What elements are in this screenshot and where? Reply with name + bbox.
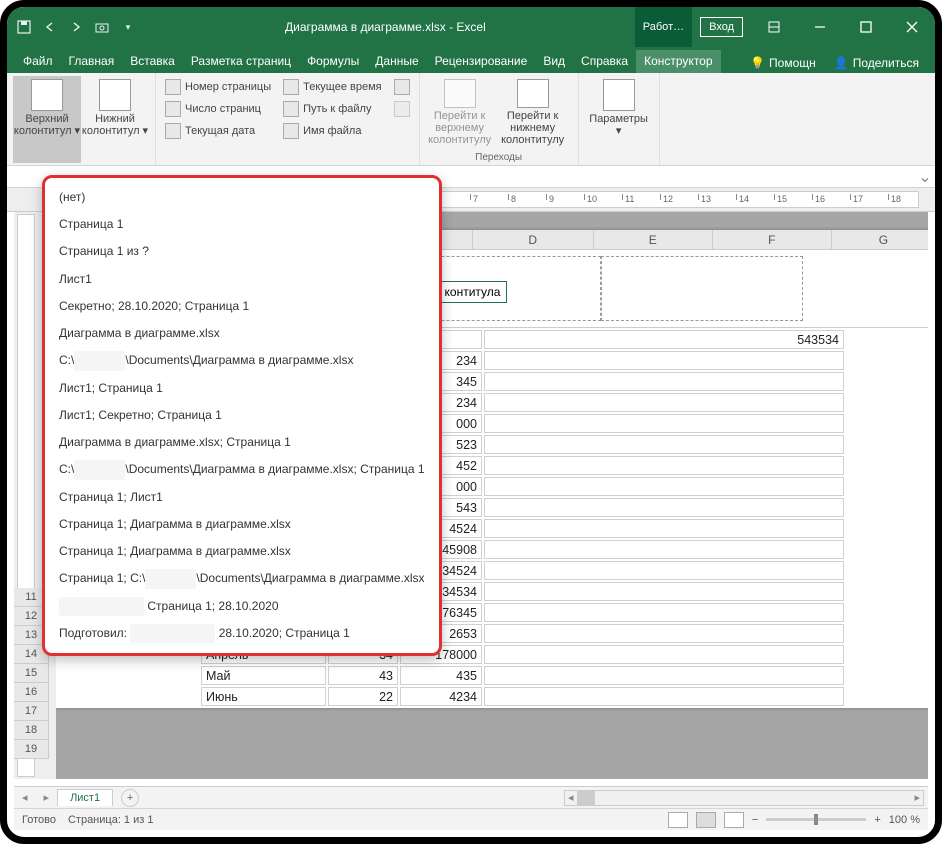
dropdown-item[interactable]: Страница 1; Диаграмма в диаграмме.xlsx [45,538,439,565]
status-ready: Готово [22,814,56,826]
dropdown-item[interactable]: Секретно; 28.10.2020; Страница 1 [45,293,439,320]
zoom-in-button[interactable]: + [874,814,880,826]
row-header[interactable]: 17 [14,702,48,721]
page-footer-icon [99,79,131,111]
minimize-button[interactable] [797,7,843,47]
dropdown-item[interactable]: Подготовил: ██████████ 28.10.2020; Стран… [45,620,439,647]
tab-review[interactable]: Рецензирование [427,50,536,73]
tab-insert[interactable]: Вставка [122,50,183,73]
row-header[interactable]: 15 [14,664,48,683]
person-icon: 👤 [834,56,849,70]
dropdown-item[interactable]: Лист1; Страница 1 [45,375,439,402]
add-sheet-button[interactable]: + [121,789,139,807]
tab-help[interactable]: Справка [573,50,636,73]
goto-footer-button[interactable]: Перейти к нижнемуколонтитулу [494,76,572,149]
view-pagebreak-icon[interactable] [724,812,744,828]
calendar-icon [165,123,181,139]
hash-icon [165,79,181,95]
status-page: Страница: 1 из 1 [68,814,154,826]
ribbon-options-icon[interactable] [751,7,797,47]
row-header[interactable]: 18 [14,721,48,740]
ribbon: Верхнийколонтитул ▾ Нижнийколонтитул ▾ Н… [7,73,935,166]
arrow-up-page-icon [444,79,476,108]
tab-home[interactable]: Главная [61,50,123,73]
camera-icon[interactable] [94,19,110,35]
sheet-nav-prev-icon[interactable]: ◂ [14,791,36,804]
page-count-button[interactable]: Число страниц [162,98,274,120]
dropdown-item[interactable]: Диаграмма в диаграмме.xlsx; Страница 1 [45,429,439,456]
header-dropdown-button[interactable]: Верхнийколонтитул ▾ [13,76,81,163]
clock-icon [283,79,299,95]
hash-icon [165,101,181,117]
window-title: Диаграмма в диаграмме.xlsx - Excel [136,20,635,34]
dropdown-item[interactable]: C:\██████\Documents\Диаграмма в диаграмм… [45,347,439,374]
sheet-tab-bar: ◂ ▸ Лист1 + ◂▸ [14,786,928,808]
format-picture-button [391,98,413,120]
dropdown-item[interactable]: (нет) [45,184,439,211]
redo-icon[interactable] [68,19,84,35]
current-date-button[interactable]: Текущая дата [162,120,274,142]
view-normal-icon[interactable] [668,812,688,828]
dropdown-item[interactable]: Страница 1; Диаграмма в диаграмме.xlsx [45,511,439,538]
table-row[interactable]: Май43435 [201,666,844,685]
account-work-badge[interactable]: Работ… [635,7,692,47]
dropdown-item[interactable]: ██████████ Страница 1; 28.10.2020 [45,593,439,620]
current-time-button[interactable]: Текущее время [280,76,384,98]
file-path-button[interactable]: Путь к файлу [280,98,384,120]
table-row[interactable]: Июнь224234 [201,687,844,706]
tab-file[interactable]: Файл [15,50,61,73]
header-preset-dropdown[interactable]: (нет)Страница 1Страница 1 из ?Лист1 Секр… [42,175,442,656]
dropdown-item[interactable]: Страница 1 [45,211,439,238]
expand-formula-icon[interactable]: ⌄ [915,167,935,187]
zoom-level[interactable]: 100 % [889,814,920,826]
dropdown-item[interactable]: C:\██████\Documents\Диаграмма в диаграмм… [45,456,439,483]
row-header[interactable]: 16 [14,683,48,702]
maximize-button[interactable] [843,7,889,47]
row-header[interactable]: 19 [14,740,48,759]
tab-design[interactable]: Конструктор [636,50,720,73]
arrow-down-page-icon [517,79,549,108]
page-header-icon [31,79,63,111]
dropdown-item[interactable]: Лист1 [45,266,439,293]
share-button[interactable]: 👤Поделиться [828,53,925,73]
bulb-icon: 💡 [750,56,765,70]
tab-view[interactable]: Вид [535,50,573,73]
excel-file-icon [283,123,299,139]
zoom-out-button[interactable]: − [752,814,758,826]
ribbon-group-label: Переходы [420,152,578,163]
ribbon-tabs: Файл Главная Вставка Разметка страниц Фо… [7,47,935,73]
tab-formulas[interactable]: Формулы [299,50,367,73]
qat-dropdown-icon[interactable]: ▾ [120,19,136,35]
title-bar: ▾ Диаграмма в диаграмме.xlsx - Excel Раб… [7,7,935,47]
format-picture-icon [394,101,410,117]
view-pagelayout-icon[interactable] [696,812,716,828]
save-icon[interactable] [16,19,32,35]
dropdown-item[interactable]: Страница 1; Лист1 [45,484,439,511]
dropdown-item[interactable]: Страница 1 из ? [45,238,439,265]
status-bar: Готово Страница: 1 из 1 − + 100 % [14,808,928,830]
dropdown-item[interactable]: Лист1; Секретно; Страница 1 [45,402,439,429]
close-button[interactable] [889,7,935,47]
picture-button[interactable] [391,76,413,98]
undo-icon[interactable] [42,19,58,35]
footer-dropdown-button[interactable]: Нижнийколонтитул ▾ [81,76,149,163]
tab-pagelayout[interactable]: Разметка страниц [183,50,299,73]
file-name-button[interactable]: Имя файла [280,120,384,142]
tell-me-button[interactable]: 💡Помощн [744,53,822,73]
gear-icon [603,79,635,111]
dropdown-item[interactable]: Страница 1; C:\██████\Documents\Диаграмм… [45,565,439,592]
parameters-button[interactable]: Параметры▾ [585,76,653,140]
page-number-button[interactable]: Номер страницы [162,76,274,98]
zoom-slider[interactable] [766,818,866,821]
sheet-nav-next-icon[interactable]: ▸ [36,791,58,804]
sheet-tab[interactable]: Лист1 [57,789,113,806]
dropdown-item[interactable]: Диаграмма в диаграмме.xlsx [45,320,439,347]
goto-header-button: Перейти к верхнемуколонтитулу [426,76,494,149]
folder-icon [283,101,299,117]
sign-in-button[interactable]: Вход [700,17,743,37]
picture-icon [394,79,410,95]
horizontal-scrollbar[interactable]: ◂▸ [564,790,924,806]
tab-data[interactable]: Данные [367,50,426,73]
